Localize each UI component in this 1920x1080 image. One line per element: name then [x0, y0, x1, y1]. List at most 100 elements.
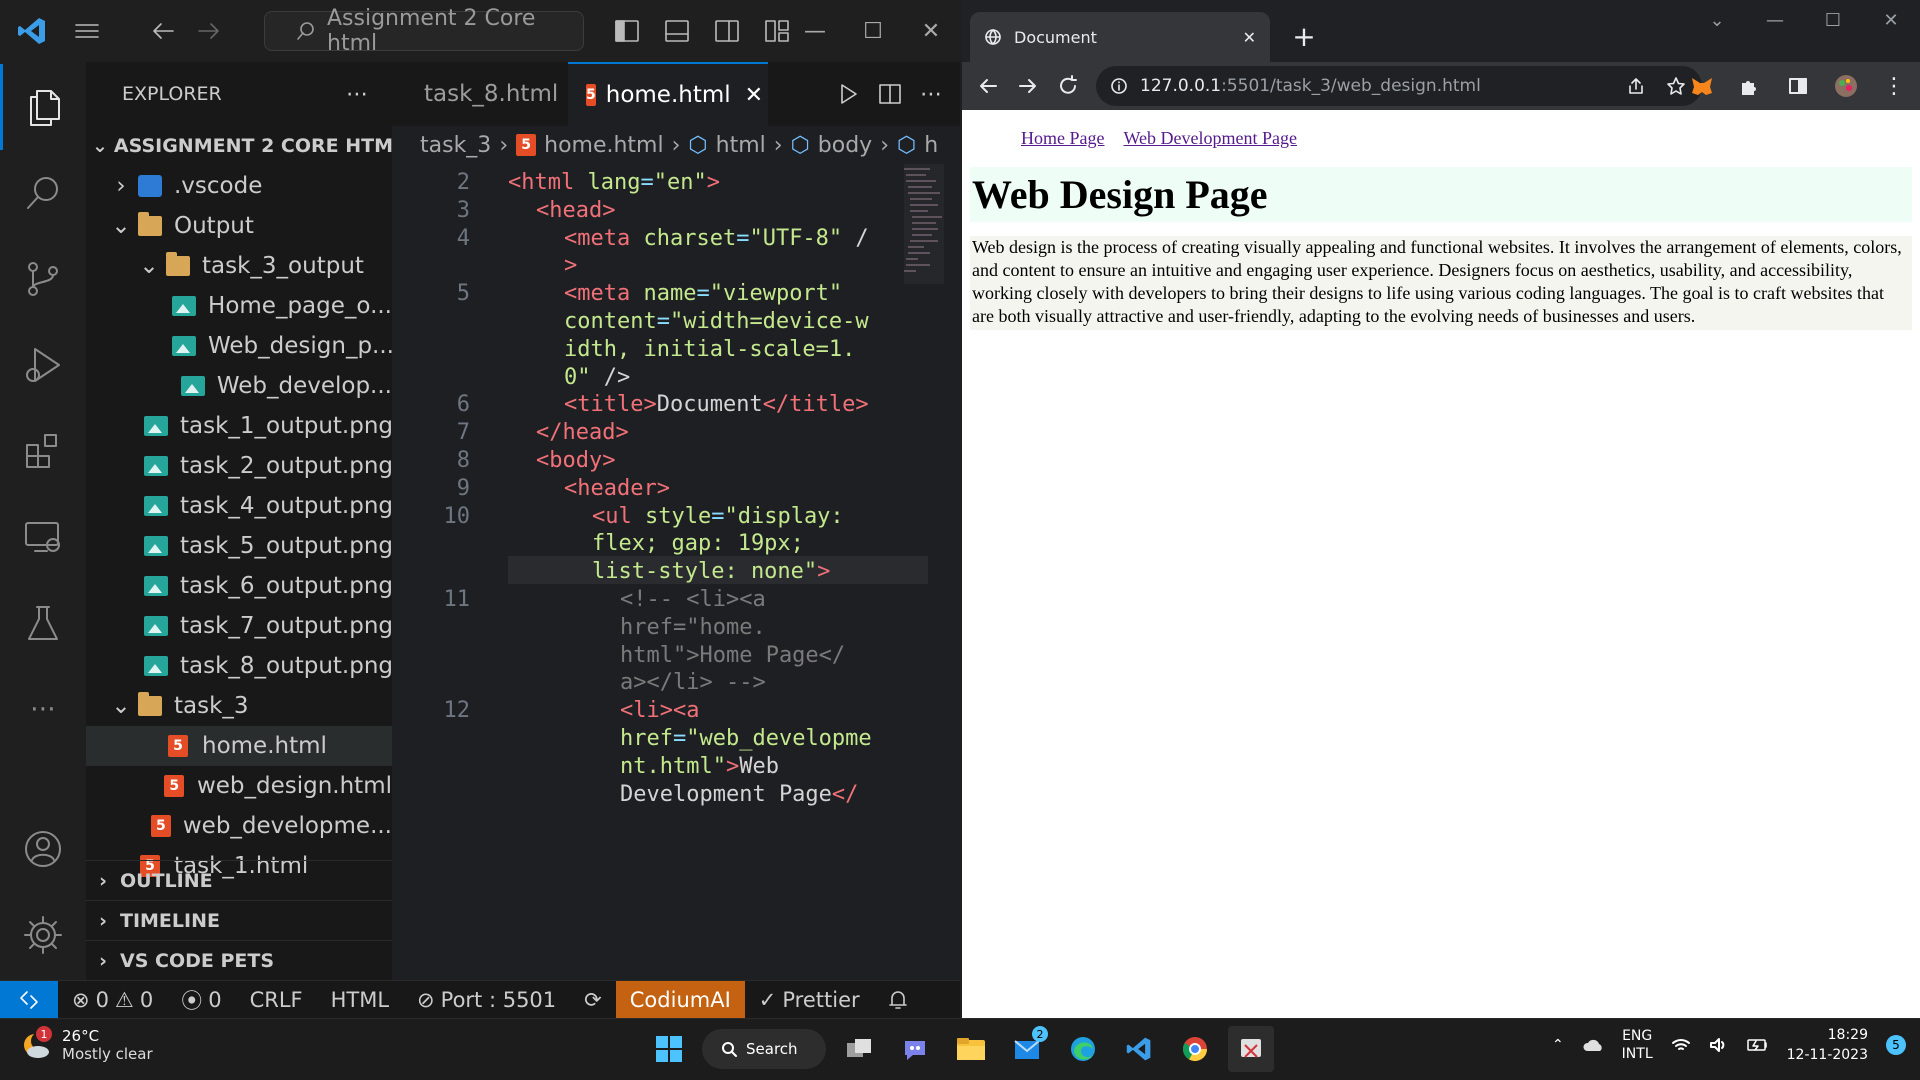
metamask-icon[interactable] — [1682, 66, 1722, 106]
accounts-icon[interactable] — [0, 806, 86, 892]
explorer-icon[interactable] — [0, 64, 86, 150]
tree-item[interactable]: › .vscode — [86, 166, 392, 206]
toggle-secondary-sidebar-icon[interactable] — [704, 0, 750, 62]
language-status[interactable]: HTML — [317, 981, 403, 1019]
tree-item[interactable]: task_2_output.png — [86, 446, 392, 486]
tree-item[interactable]: Web_design_p... — [86, 326, 392, 366]
tree-item[interactable]: ⌄ task_3_output — [86, 246, 392, 286]
breadcrumb-body[interactable]: body — [818, 133, 872, 158]
teams-chat-icon[interactable] — [892, 1026, 938, 1072]
share-icon[interactable] — [1626, 76, 1646, 96]
breadcrumb-html[interactable]: html — [716, 133, 766, 158]
remote-explorer-icon[interactable] — [0, 494, 86, 580]
mail-icon[interactable]: 2 — [1004, 1026, 1050, 1072]
weather-widget[interactable]: 1 26°C Mostly clear — [20, 1026, 153, 1063]
tree-item[interactable]: task_4_output.png — [86, 486, 392, 526]
show-hidden-icons-chevron-icon[interactable]: ⌃ — [1552, 1037, 1564, 1053]
tab-task-8[interactable]: task_8.html — [392, 62, 568, 126]
taskbar-search[interactable]: Search — [702, 1029, 826, 1069]
live-server-status[interactable]: ⊘ Port : 5501 — [403, 981, 570, 1019]
problems-status[interactable]: ⊗ 0 ⚠ 0 — [58, 981, 167, 1019]
timeline-panel-header[interactable]: › TIMELINE — [86, 900, 392, 940]
minimap[interactable] — [904, 164, 944, 324]
battery-icon[interactable] — [1746, 1038, 1769, 1052]
source-control-icon[interactable] — [0, 236, 86, 322]
run-icon[interactable] — [836, 82, 860, 106]
tab-close-icon[interactable]: ✕ — [745, 83, 763, 108]
web-development-page-link[interactable]: Web Development Page — [1123, 128, 1297, 148]
volume-icon[interactable] — [1709, 1037, 1729, 1053]
clock[interactable]: 18:29 12-11-2023 — [1787, 1025, 1868, 1065]
toggle-sidebar-icon[interactable] — [604, 0, 650, 62]
sync-icon[interactable]: ⟳ — [570, 981, 616, 1019]
eol-status[interactable]: CRLF — [236, 981, 317, 1019]
onedrive-cloud-icon[interactable] — [1582, 1038, 1604, 1052]
chrome-menu-icon[interactable]: ⋮ — [1874, 66, 1914, 106]
code-editor[interactable]: 2 <html lang="en"> 3 <head> 4 <meta charset="… — [392, 164, 960, 980]
search-activity-icon[interactable] — [0, 150, 86, 236]
back-arrow-icon[interactable] — [140, 0, 186, 62]
minimize-icon[interactable]: — — [1746, 0, 1804, 40]
tree-item[interactable]: task_1_output.png — [86, 406, 392, 446]
tree-item[interactable]: task_6_output.png — [86, 566, 392, 606]
back-arrow-icon[interactable] — [968, 66, 1008, 106]
menu-icon[interactable] — [64, 0, 110, 62]
reload-icon[interactable] — [1048, 66, 1088, 106]
forward-arrow-icon[interactable] — [1008, 66, 1048, 106]
windows-start-icon[interactable] — [646, 1026, 692, 1072]
codiumai-status[interactable]: CodiumAI — [615, 980, 745, 1018]
command-center-search[interactable]: Assignment 2 Core html — [264, 6, 584, 56]
breadcrumb-h[interactable]: h — [924, 133, 938, 158]
tree-item[interactable]: task_7_output.png — [86, 606, 392, 646]
chrome-taskbar-icon[interactable] — [1172, 1026, 1218, 1072]
task-view-icon[interactable] — [836, 1026, 882, 1072]
tree-item[interactable]: ⌄ task_3 — [86, 686, 392, 726]
testing-icon[interactable] — [0, 580, 86, 666]
wifi-icon[interactable] — [1671, 1037, 1691, 1053]
address-bar[interactable]: 127.0.0.1:5501/task_3/web_design.html — [1096, 66, 1702, 106]
ports-status[interactable]: ⦿ 0 — [167, 981, 235, 1019]
tab-close-icon[interactable]: ✕ — [1243, 28, 1256, 47]
workspace-root[interactable]: ⌄ ASSIGNMENT 2 CORE HTML — [86, 126, 392, 166]
chrome-tab-document[interactable]: Document ✕ — [970, 12, 1270, 62]
prettier-status[interactable]: ✓ Prettier — [745, 981, 874, 1019]
home-page-link[interactable]: Home Page — [1021, 128, 1104, 148]
minimize-icon[interactable]: — — [786, 0, 844, 62]
vscode-taskbar-icon[interactable] — [1116, 1026, 1162, 1072]
editor-more-icon[interactable]: ⋯ — [920, 82, 942, 107]
puzzle-icon[interactable] — [1730, 66, 1770, 106]
notifications-bell-icon[interactable] — [874, 981, 922, 1019]
vscode-pets-panel-header[interactable]: › VS CODE PETS — [86, 940, 392, 980]
split-editor-icon[interactable] — [878, 82, 902, 106]
extensions-icon[interactable] — [0, 408, 86, 494]
tab-home-html[interactable]: 5 home.html ✕ — [568, 62, 768, 126]
tree-item[interactable]: 5 home.html — [86, 726, 392, 766]
tab-search-icon[interactable]: ⌄ — [1688, 0, 1746, 40]
maximize-icon[interactable]: ☐ — [1804, 0, 1862, 40]
toggle-panel-icon[interactable] — [654, 0, 700, 62]
file-explorer-icon[interactable] — [948, 1026, 994, 1072]
snipping-tool-icon[interactable] — [1228, 1026, 1274, 1072]
remote-indicator-icon[interactable] — [0, 980, 58, 1018]
settings-gear-icon[interactable] — [0, 892, 86, 978]
forward-arrow-icon[interactable] — [186, 0, 232, 62]
outline-panel-header[interactable]: › OUTLINE — [86, 860, 392, 900]
tree-item[interactable]: task_5_output.png — [86, 526, 392, 566]
language-indicator[interactable]: ENG INTL — [1622, 1027, 1653, 1063]
new-tab-icon[interactable]: + — [1284, 16, 1324, 56]
side-panel-icon[interactable] — [1778, 66, 1818, 106]
close-icon[interactable]: ✕ — [1862, 0, 1920, 40]
profile-avatar-icon[interactable] — [1826, 66, 1866, 106]
tree-item[interactable]: 5 web_developme... — [86, 806, 392, 846]
tree-item[interactable]: Home_page_o... — [86, 286, 392, 326]
notification-count-badge[interactable]: 5 — [1886, 1035, 1906, 1055]
edge-browser-icon[interactable] — [1060, 1026, 1106, 1072]
maximize-icon[interactable]: ☐ — [844, 0, 902, 62]
close-icon[interactable]: ✕ — [902, 0, 960, 62]
tree-item[interactable]: Web_develop... — [86, 366, 392, 406]
tree-item[interactable]: 5 web_design.html — [86, 766, 392, 806]
explorer-more-icon[interactable]: ⋯ — [346, 82, 368, 107]
breadcrumb-folder[interactable]: task_3 — [420, 133, 491, 158]
tree-item[interactable]: task_8_output.png — [86, 646, 392, 686]
run-debug-icon[interactable] — [0, 322, 86, 408]
